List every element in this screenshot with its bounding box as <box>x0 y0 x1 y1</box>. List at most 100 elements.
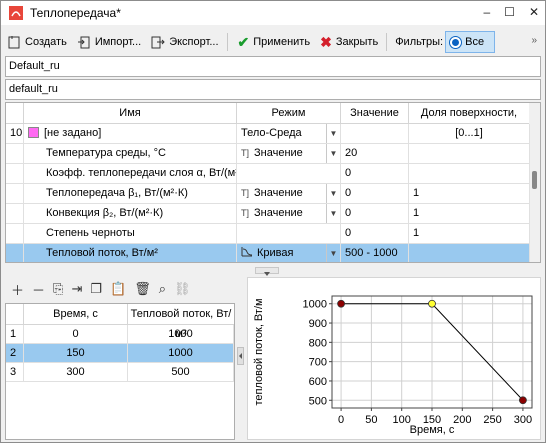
import-button[interactable]: Импорт... <box>73 31 145 53</box>
x-tick-label: 300 <box>514 414 532 426</box>
dropdown-arrow-icon[interactable]: ▼ <box>326 204 340 223</box>
close-button[interactable]: ✖ Закрыть <box>316 31 382 53</box>
y-tick-label: 600 <box>309 376 327 388</box>
data-point[interactable] <box>337 299 345 308</box>
grid-row[interactable]: Коэфф. теплопередачи слоя α, Вт/(м²·К) 0 <box>6 164 530 184</box>
column-header-heat-flux[interactable]: Тепловой поток, Вт/м² <box>128 304 234 340</box>
close-window-button[interactable]: ✕ <box>529 5 539 19</box>
maximize-button[interactable]: ☐ <box>504 5 515 19</box>
surface-share-cell[interactable]: 1 <box>409 204 530 224</box>
grid-row[interactable]: Температура среды, °С T] Значение ▼ 20 <box>6 144 530 164</box>
x-tick-label: 50 <box>365 414 377 426</box>
grid-row[interactable]: 10 [не задано] Тело-Среда ▼ <box>6 124 530 144</box>
value-mode-icon: T] <box>241 188 249 198</box>
vertical-splitter[interactable] <box>237 275 244 440</box>
surface-share-cell[interactable] <box>409 164 530 184</box>
value-cell[interactable] <box>341 124 409 144</box>
row-index <box>6 244 24 262</box>
close-label: Закрыть <box>335 36 379 48</box>
add-icon[interactable]: ＋ <box>11 280 24 299</box>
value-cell[interactable]: 500 - 1000 <box>341 244 409 262</box>
caret-left-icon <box>239 353 242 359</box>
column-header-time[interactable]: Время, с <box>24 304 128 325</box>
mode-select[interactable] <box>237 164 341 184</box>
column-header-mode[interactable]: Режим <box>237 103 341 124</box>
heat-flux-cell[interactable]: 1000 <box>128 325 234 344</box>
row-index: 2 <box>6 344 24 363</box>
toolbar-overflow-button[interactable]: » <box>531 35 537 46</box>
apply-button[interactable]: ✔ Применить <box>234 31 315 53</box>
dropdown-arrow-icon[interactable]: ▼ <box>326 144 340 163</box>
export-button[interactable]: Экспорт... <box>147 31 222 53</box>
mode-select[interactable]: T] Значение ▼ <box>237 204 341 224</box>
heat-flux-cell[interactable]: 500 <box>128 363 234 382</box>
dropdown-arrow-icon[interactable]: ▼ <box>326 124 340 143</box>
value-cell[interactable]: 20 <box>341 144 409 164</box>
scrollbar-thumb[interactable] <box>532 171 537 189</box>
surface-share-cell[interactable] <box>409 244 530 262</box>
time-cell[interactable]: 150 <box>24 344 128 363</box>
value-cell[interactable]: 0 <box>341 204 409 224</box>
import-label: Импорт... <box>94 36 142 48</box>
paste-icon[interactable]: 📋 <box>110 281 126 297</box>
value-cell[interactable]: 0 <box>341 184 409 204</box>
surface-share-cell[interactable]: 1 <box>409 184 530 204</box>
column-header-name[interactable]: Имя <box>24 103 237 124</box>
surface-share-cell[interactable]: 1 <box>409 224 530 244</box>
mode-select[interactable]: Кривая ▼ <box>237 244 341 262</box>
grid-row[interactable]: Степень черноты 0 1 <box>6 224 530 244</box>
splitter-grip[interactable] <box>237 347 244 365</box>
minimize-button[interactable]: – <box>483 5 490 19</box>
x-axis-label: Время, с <box>410 424 455 436</box>
remove-icon[interactable]: － <box>32 280 45 299</box>
column-header-surface-share[interactable]: Доля поверхности, [0...1] <box>409 103 530 139</box>
table-row[interactable]: 3 300 500 <box>6 363 234 382</box>
data-point[interactable] <box>428 299 436 308</box>
property-name: Теплопередача β₁, Вт/(м²·К) <box>24 184 237 204</box>
column-header-value[interactable]: Значение <box>341 103 409 124</box>
property-name: Коэфф. теплопередачи слоя α, Вт/(м²·К) <box>24 164 237 184</box>
mode-select[interactable]: T] Значение ▼ <box>237 184 341 204</box>
new-file-icon <box>8 36 20 49</box>
surface-share-cell[interactable] <box>409 124 530 144</box>
name-field[interactable]: Default_ru <box>5 56 541 77</box>
mode-select[interactable]: Тело-Среда ▼ <box>237 124 341 144</box>
mode-text: Значение <box>254 147 303 159</box>
data-point[interactable] <box>519 396 527 405</box>
grid-row[interactable]: Тепловой поток, Вт/м² Кривая ▼ 500 - 1000 <box>6 244 530 262</box>
value-cell[interactable]: 0 <box>341 224 409 244</box>
copy-icon[interactable]: ❐ <box>90 281 102 297</box>
import-table-icon[interactable]: ⎘ <box>53 281 63 297</box>
grid-row[interactable]: Конвекция β₂, Вт/(м²·К) T] Значение ▼ 0 1 <box>6 204 530 224</box>
link-icon[interactable]: ⛓ <box>174 281 191 297</box>
mode-select[interactable]: T] Значение ▼ <box>237 144 341 164</box>
value-cell[interactable]: 0 <box>341 164 409 184</box>
table-row[interactable]: 2 150 1000 <box>6 344 234 363</box>
table-row[interactable]: 1 0 1000 <box>6 325 234 344</box>
export-label: Экспорт... <box>169 36 219 48</box>
heat-flux-cell[interactable]: 1000 <box>128 344 234 363</box>
property-name-text: Коэфф. теплопередачи слоя α, Вт/(м²·К) <box>46 167 237 179</box>
delete-icon[interactable]: 🗑 <box>134 281 151 297</box>
mode-select[interactable] <box>237 224 341 244</box>
vertical-scrollbar[interactable] <box>529 103 540 262</box>
property-name: Температура среды, °С <box>24 144 237 164</box>
dropdown-arrow-icon[interactable]: ▼ <box>326 184 340 203</box>
grid-row[interactable]: Теплопередача β₁, Вт/(м²·К) T] Значение ▼ 0 1 <box>6 184 530 204</box>
y-tick-label: 700 <box>309 357 327 369</box>
time-cell[interactable]: 300 <box>24 363 128 382</box>
dropdown-arrow-icon[interactable]: ▼ <box>326 244 340 262</box>
zoom-fit-icon[interactable]: ⌕ <box>159 281 166 297</box>
apply-label: Применить <box>253 36 311 48</box>
create-button[interactable]: Создать <box>3 31 71 53</box>
horizontal-splitter-handle[interactable] <box>255 267 279 276</box>
color-swatch[interactable] <box>28 127 39 138</box>
export-table-icon[interactable]: ⇥ <box>71 281 82 297</box>
filter-all-radio[interactable]: Все <box>445 31 496 53</box>
surface-share-cell[interactable] <box>409 144 530 164</box>
checkmark-icon: ✔ <box>237 33 250 50</box>
time-cell[interactable]: 0 <box>24 325 128 344</box>
mode-text: Тело-Среда <box>241 127 302 139</box>
description-field[interactable]: default_ru <box>5 79 541 100</box>
property-name-text: Тепловой поток, Вт/м² <box>46 247 158 259</box>
